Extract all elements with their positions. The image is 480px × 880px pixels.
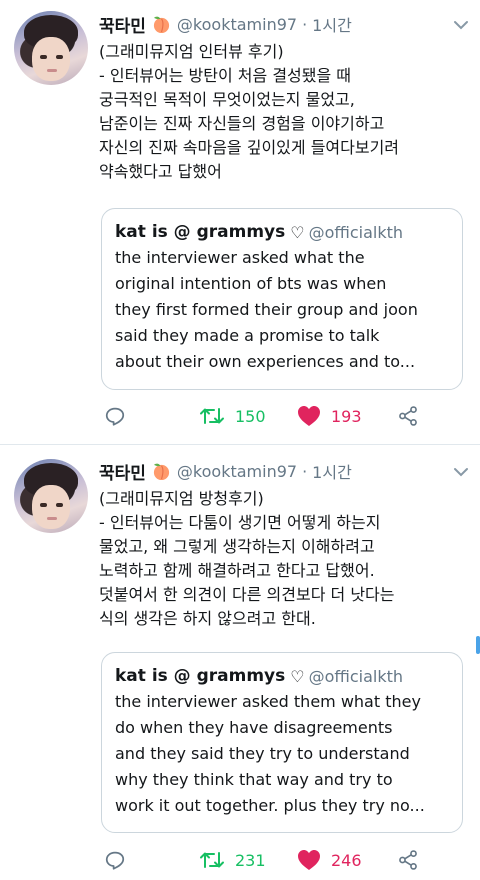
retweet-count: 231 — [235, 850, 266, 870]
retweet-icon — [200, 408, 224, 424]
text-line: 물었고, 왜 그렇게 생각하는지 이해하려고 — [99, 537, 375, 556]
quote-line: about their own experiences and to... — [115, 352, 416, 371]
quoted-tweet[interactable]: kat is @ grammys ♡ @officialkth the inte… — [101, 208, 463, 390]
timestamp[interactable]: 1시간 — [312, 459, 352, 483]
heart-icon — [298, 850, 320, 870]
like-count: 246 — [331, 850, 362, 870]
quote-line: work it out together. plus they try no..… — [115, 796, 425, 815]
text-line: 덧붙여서 한 의견이 다른 의견보다 더 낫다는 — [99, 585, 395, 604]
quote-line: the interviewer asked them what they — [115, 692, 421, 711]
share-button[interactable] — [397, 846, 419, 874]
like-button[interactable]: 246 — [297, 846, 362, 874]
scrollbar-thumb[interactable] — [476, 636, 480, 654]
retweet-button[interactable]: 150 — [199, 402, 266, 430]
author-handle[interactable]: @kooktamin97 — [177, 462, 297, 481]
text-line: - 인터뷰어는 방탄이 처음 결성됐을 때 — [99, 66, 352, 85]
peach-emoji-icon — [152, 15, 171, 34]
text-line: 약속했다고 답했어 — [99, 162, 222, 181]
text-line: 노력하고 함께 해결하려고 한다고 답했어. — [99, 561, 375, 580]
like-count: 193 — [331, 406, 362, 426]
text-line: (그래미뮤지엄 인터뷰 후기) — [99, 42, 284, 61]
quote-line: said they made a promise to talk — [115, 326, 380, 345]
share-button[interactable] — [397, 402, 419, 430]
heart-icon — [298, 406, 320, 426]
quote-line: why they think that way and try to — [115, 770, 393, 789]
quoted-author-name: kat is @ grammys — [115, 666, 286, 686]
reply-icon — [105, 851, 125, 870]
text-line: 남준이는 진짜 자신들의 경험을 이야기하고 — [99, 114, 385, 133]
reply-button[interactable] — [104, 402, 126, 430]
quote-line: original intention of bts was when — [115, 274, 387, 293]
tweet[interactable]: 꾹타민 @kooktamin97 · 1시간 (그래미뮤지엄 방청후기) - 인… — [0, 445, 480, 880]
retweet-icon — [200, 852, 224, 868]
peach-emoji-icon — [152, 462, 171, 481]
timestamp[interactable]: 1시간 — [312, 12, 352, 36]
share-icon — [399, 406, 417, 426]
author-name[interactable]: 꾹타민 — [99, 459, 146, 484]
quote-line: the interviewer asked what the — [115, 248, 365, 267]
avatar[interactable] — [14, 459, 88, 533]
text-line: 궁극적인 목적이 무엇이었는지 물었고, — [99, 90, 355, 109]
tweet[interactable]: 꾹타민 @kooktamin97 · 1시간 (그래미뮤지엄 인터뷰 후기) -… — [0, 0, 480, 444]
quoted-tweet-header: kat is @ grammys ♡ @officialkth — [115, 219, 449, 245]
separator-dot: · — [302, 14, 308, 34]
quote-line: they first formed their group and joon — [115, 300, 418, 319]
separator-dot: · — [302, 461, 308, 481]
text-line: 자신의 진짜 속마음을 깊이있게 들여다보기려 — [99, 138, 400, 157]
author-name[interactable]: 꾹타민 — [99, 12, 146, 37]
quote-line: and they said they try to understand — [115, 744, 410, 763]
tweet-actions: 231 246 — [99, 846, 439, 874]
retweet-count: 150 — [235, 406, 266, 426]
quote-line: do when they have disagreements — [115, 718, 393, 737]
chevron-down-icon[interactable] — [452, 16, 470, 34]
quoted-tweet-text: the interviewer asked them what they do … — [115, 689, 449, 819]
reply-button[interactable] — [104, 846, 126, 874]
heart-outline-icon: ♡ — [290, 222, 305, 242]
quoted-tweet-header: kat is @ grammys ♡ @officialkth — [115, 663, 449, 689]
text-line: - 인터뷰어는 다툼이 생기면 어떻게 하는지 — [99, 513, 381, 532]
share-icon — [399, 850, 417, 870]
heart-outline-icon: ♡ — [290, 666, 305, 686]
tweet-actions: 150 193 — [99, 402, 439, 430]
tweet-text: (그래미뮤지엄 인터뷰 후기) - 인터뷰어는 방탄이 처음 결성됐을 때 궁극… — [99, 40, 474, 184]
quoted-author-handle: @officialkth — [308, 222, 404, 242]
quoted-tweet-text: the interviewer asked what the original … — [115, 245, 449, 375]
retweet-button[interactable]: 231 — [199, 846, 266, 874]
quoted-author-handle: @officialkth — [308, 666, 404, 686]
like-button[interactable]: 193 — [297, 402, 362, 430]
tweet-text: (그래미뮤지엄 방청후기) - 인터뷰어는 다툼이 생기면 어떻게 하는지 물었… — [99, 487, 474, 631]
quoted-tweet[interactable]: kat is @ grammys ♡ @officialkth the inte… — [101, 652, 463, 833]
author-handle[interactable]: @kooktamin97 — [177, 15, 297, 34]
quoted-author-name: kat is @ grammys — [115, 222, 286, 242]
tweet-header: 꾹타민 @kooktamin97 · 1시간 — [99, 12, 352, 37]
tweet-header: 꾹타민 @kooktamin97 · 1시간 — [99, 459, 352, 484]
text-line: 식의 생각은 하지 않으려고 한대. — [99, 609, 316, 628]
chevron-down-icon[interactable] — [452, 463, 470, 481]
text-line: (그래미뮤지엄 방청후기) — [99, 489, 264, 508]
avatar[interactable] — [14, 11, 88, 85]
reply-icon — [105, 407, 125, 426]
